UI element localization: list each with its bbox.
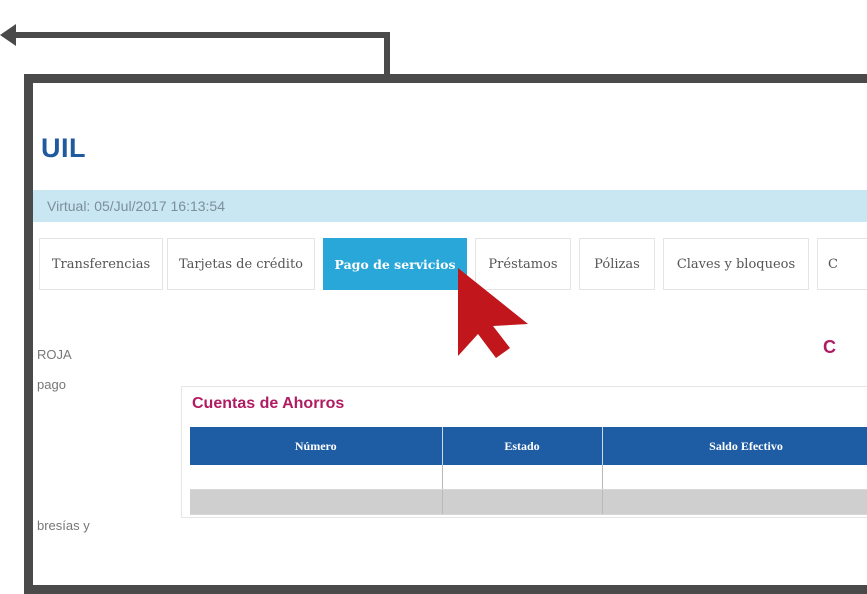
column-header-saldo: Saldo Efectivo	[602, 427, 867, 465]
table-cell	[602, 489, 867, 515]
tab-partial[interactable]: C	[817, 238, 867, 290]
connector-arrow-icon	[0, 24, 390, 75]
content-heading: C	[823, 337, 836, 357]
mouse-pointer-icon	[458, 268, 528, 358]
table-cell	[602, 465, 867, 490]
table-header-row: Número Estado Saldo Efectivo	[190, 427, 867, 465]
bank-title: UIL	[41, 133, 86, 163]
main-nav-tabs: Transferencias Tarjetas de crédito Pago …	[33, 238, 867, 290]
sidebar-pago-fragment[interactable]: pago	[37, 377, 66, 392]
tab-tarjetas-de-credito[interactable]: Tarjetas de crédito	[167, 238, 315, 290]
table-cell	[442, 489, 603, 515]
tab-claves-y-bloqueos[interactable]: Claves y bloqueos	[663, 238, 809, 290]
table-row[interactable]	[190, 465, 867, 490]
accounts-panel: Cuentas de Ahorros Número Estado Saldo E…	[181, 386, 867, 518]
sidebar-membresias-fragment[interactable]: bresías y	[37, 518, 90, 533]
accounts-panel-title: Cuentas de Ahorros	[192, 395, 345, 412]
browser-zoom-frame: UIL Virtual: 05/Jul/2017 16:13:54 Transf…	[24, 74, 867, 594]
user-name-fragment: ROJA	[37, 347, 72, 362]
tab-polizas[interactable]: Pólizas	[579, 238, 655, 290]
accounts-table: Número Estado Saldo Efectivo	[190, 427, 867, 515]
column-header-numero: Número	[190, 427, 443, 465]
session-info-bar: Virtual: 05/Jul/2017 16:13:54	[33, 190, 867, 222]
tab-transferencias[interactable]: Transferencias	[39, 238, 163, 290]
table-row[interactable]	[190, 489, 867, 515]
table-cell	[190, 489, 443, 515]
table-cell	[190, 465, 443, 490]
tab-pago-de-servicios[interactable]: Pago de servicios	[323, 238, 467, 290]
table-cell	[442, 465, 603, 490]
column-header-estado: Estado	[442, 427, 603, 465]
